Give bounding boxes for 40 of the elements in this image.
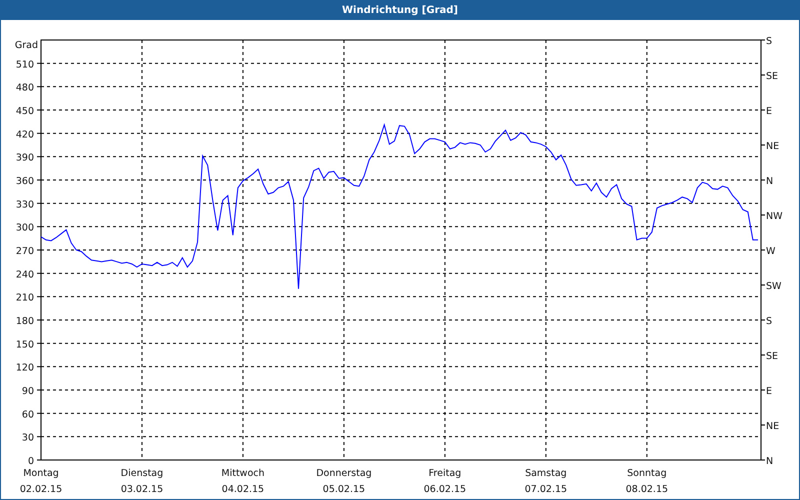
compass-label: SE (766, 71, 778, 82)
axis-tick-label: 210 (16, 292, 34, 304)
compass-label: SE (766, 351, 778, 362)
axis-tick-label: 510 (16, 59, 34, 70)
axis-tick-label: 480 (16, 82, 34, 94)
compass-label: S (766, 316, 772, 327)
compass-label: N (766, 456, 774, 467)
axis-tick-label: 90 (22, 386, 34, 397)
axis-tick-label: 390 (16, 152, 34, 164)
window-title: Windrichtung [Grad] (1, 0, 799, 20)
axis-tick-label: 360 (16, 176, 34, 187)
compass-label: NE (766, 141, 780, 152)
axis-tick-label: Mittwoch 04.02.15 (221, 468, 265, 495)
axis-tick-label: Donnerstag 05.02.15 (316, 468, 372, 495)
compass-label: SW (766, 281, 782, 292)
axis-tick-label: Dienstag 03.02.15 (120, 468, 164, 495)
axis-tick-label: 180 (16, 316, 34, 327)
compass-label: N (766, 176, 774, 187)
axis-tick-label: Samstag 07.02.15 (524, 468, 568, 495)
axis-tick-label: 150 (16, 339, 34, 350)
axis-tick-label: 450 (16, 106, 34, 117)
axis-tick-label: 0 (28, 456, 34, 467)
axis-tick-label: 420 (16, 129, 34, 140)
axis-tick-label: 120 (16, 362, 34, 374)
compass-label: NE (766, 421, 780, 432)
axis-tick-label: 30 (22, 432, 34, 444)
axis-tick-label: 270 (16, 246, 34, 257)
compass-label: W (766, 246, 776, 257)
compass-label: S (766, 36, 772, 47)
axis-title: Grad (14, 40, 38, 51)
axis-tick-label: 240 (16, 269, 34, 280)
axis-tick-label: 330 (16, 199, 34, 210)
axis-tick-label: 60 (22, 409, 34, 420)
axis-tick-label: Sonntag 08.02.15 (626, 468, 668, 495)
axis-tick-label: Montag 02.02.15 (20, 468, 62, 495)
compass-label: E (766, 386, 772, 397)
axis-tick-label: Freitag 06.02.15 (424, 468, 466, 495)
axis-tick-label: 300 (16, 222, 34, 234)
compass-label: E (766, 106, 772, 117)
compass-label: NW (766, 211, 782, 222)
